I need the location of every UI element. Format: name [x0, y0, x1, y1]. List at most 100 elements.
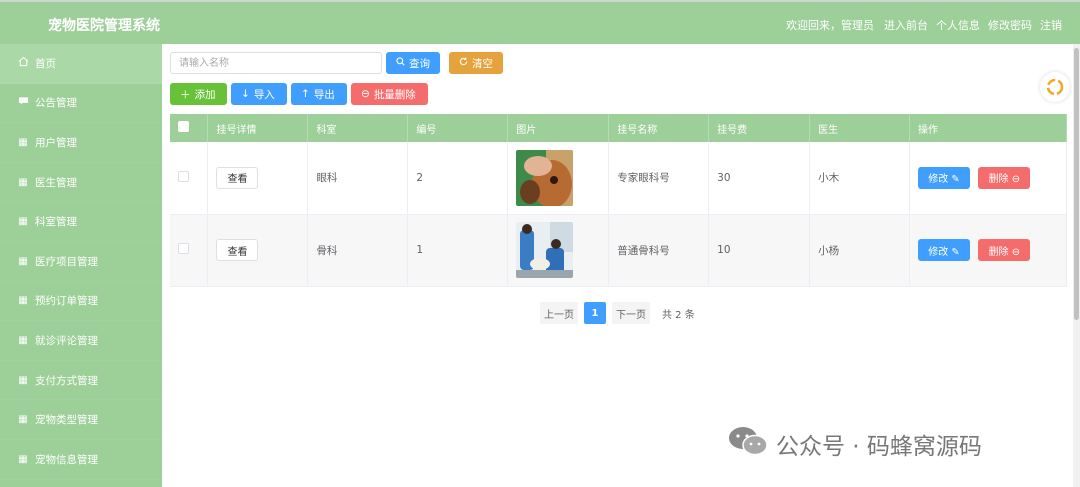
grid-icon: ▦ [18, 414, 28, 426]
sidebar-item-departments[interactable]: ▦ 科室管理 [0, 202, 162, 242]
scrollbar-thumb[interactable] [1074, 48, 1079, 320]
query-button[interactable]: 查询 [386, 52, 440, 74]
fee-cell: 10 [708, 214, 811, 287]
sidebar-item-label: 就诊评论管理 [35, 334, 98, 347]
page-number-current[interactable]: 1 [584, 302, 606, 324]
department-cell: 骨科 [307, 214, 409, 287]
logout-link[interactable]: 注销 [1040, 17, 1062, 33]
number-cell: 2 [407, 142, 509, 215]
welcome-text: 欢迎回来，管理员 [786, 19, 874, 32]
registration-name-cell: 普通骨科号 [608, 214, 710, 287]
view-detail-button[interactable]: 查看 [216, 239, 259, 261]
doctor-cell: 小杨 [809, 214, 911, 287]
arrow-up-icon: ↑ [301, 88, 310, 100]
doctor-cell: 小木 [809, 142, 911, 215]
plus-icon: ＋ [180, 88, 191, 101]
enter-frontend-link[interactable]: 进入前台 [884, 17, 928, 33]
row-checkbox[interactable] [178, 243, 189, 254]
clear-button[interactable]: 清空 [449, 52, 503, 74]
sidebar-item-home[interactable]: 首页 [0, 44, 162, 84]
header-actions: 操作 [909, 114, 1067, 142]
edit-icon: ✎ [951, 174, 960, 186]
header-image: 图片 [507, 114, 610, 142]
sidebar-item-label: 宠物信息管理 [35, 453, 98, 466]
registration-table: 挂号详情 科室 编号 图片 挂号名称 挂号费 医生 操作 查看 眼科 2 专家眼… [170, 114, 1067, 287]
sidebar-item-label: 医生管理 [35, 176, 77, 189]
add-label: 添加 [194, 88, 216, 101]
minus-circle-icon: ⊖ [361, 88, 370, 100]
top-bar: 宠物医院管理系统 欢迎回来，管理员 进入前台 个人信息 修改密码 注销 [0, 0, 1080, 44]
change-password-link[interactable]: 修改密码 [988, 17, 1032, 33]
sidebar-item-label: 用户管理 [35, 136, 77, 149]
header-number: 编号 [407, 114, 509, 142]
view-detail-button[interactable]: 查看 [216, 166, 259, 189]
delete-button[interactable]: 删除 ⊖ [978, 166, 1031, 189]
minus-circle-icon: ⊖ [1011, 246, 1021, 258]
sidebar-item-label: 预约订单管理 [35, 295, 98, 308]
grid-icon: ▦ [18, 374, 28, 386]
search-input[interactable] [170, 52, 382, 74]
sidebar-item-label: 支付方式管理 [35, 374, 98, 387]
grid-icon: ▦ [18, 295, 28, 307]
edit-label: 修改 [928, 174, 949, 186]
clear-label: 清空 [472, 57, 493, 70]
export-button[interactable]: ↑ 导出 [291, 83, 347, 105]
sidebar-item-pet-types[interactable]: ▦ 宠物类型管理 [0, 400, 162, 440]
grid-icon: ▦ [18, 255, 28, 267]
next-page-button[interactable]: 下一页 [612, 302, 650, 324]
image-cell [507, 142, 610, 215]
sidebar-item-label: 公告管理 [35, 97, 77, 110]
grid-icon: ▦ [18, 216, 28, 228]
watermark: 公众号 · 码蜂窝源码 [728, 425, 982, 463]
edit-button[interactable]: 修改 ✎ [918, 239, 971, 261]
header-name: 挂号名称 [608, 114, 710, 142]
floating-assistant-icon[interactable] [1040, 72, 1070, 102]
edit-icon: ✎ [951, 246, 960, 258]
delete-label: 删除 [988, 246, 1009, 258]
grid-icon: ▦ [18, 176, 28, 188]
sidebar-item-label: 首页 [35, 57, 56, 70]
import-button[interactable]: ↓ 导入 [231, 83, 287, 105]
select-all-checkbox[interactable] [178, 121, 189, 132]
detail-cell: 查看 [207, 142, 309, 215]
arrow-down-icon: ↓ [241, 88, 250, 100]
prev-page-button[interactable]: 上一页 [540, 302, 578, 324]
header-detail: 挂号详情 [207, 114, 309, 142]
sidebar-item-label: 宠物类型管理 [35, 414, 98, 427]
sidebar-item-notice[interactable]: 公告管理 [0, 84, 162, 124]
total-count: 共 2 条 [662, 309, 695, 321]
number-cell: 1 [407, 214, 509, 287]
table-row: 查看 眼科 2 专家眼科号 30 小木 修改 ✎ 删除 ⊖ [170, 142, 1067, 215]
registration-name-cell: 专家眼科号 [608, 142, 710, 215]
sidebar-item-medical-projects[interactable]: ▦ 医疗项目管理 [0, 242, 162, 282]
edit-button[interactable]: 修改 ✎ [918, 166, 971, 189]
pagination: 上一页 1 下一页 共 2 条 [540, 302, 695, 324]
batch-delete-label: 批量删除 [373, 88, 416, 101]
search-icon [396, 57, 405, 69]
edit-label: 修改 [928, 246, 949, 258]
sidebar-item-appointments[interactable]: ▦ 预约订单管理 [0, 282, 162, 322]
vet-clinic-photo [516, 222, 574, 278]
export-label: 导出 [313, 88, 335, 101]
grid-icon: ▦ [18, 136, 28, 148]
watermark-text: 公众号 · 码蜂窝源码 [776, 434, 982, 460]
sidebar-item-pet-info[interactable]: ▦ 宠物信息管理 [0, 440, 162, 480]
header-fee: 挂号费 [708, 114, 811, 142]
app-title: 宠物医院管理系统 [48, 18, 160, 34]
home-icon [17, 56, 29, 70]
fee-cell: 30 [708, 142, 811, 215]
delete-button[interactable]: 删除 ⊖ [978, 239, 1031, 261]
sidebar-item-users[interactable]: ▦ 用户管理 [0, 123, 162, 163]
profile-link[interactable]: 个人信息 [936, 17, 980, 33]
sidebar-item-payments[interactable]: ▦ 支付方式管理 [0, 361, 162, 401]
sidebar-item-reviews[interactable]: ▦ 就诊评论管理 [0, 321, 162, 361]
grid-icon: ▦ [18, 453, 28, 465]
add-button[interactable]: ＋ 添加 [170, 83, 227, 105]
batch-delete-button[interactable]: ⊖ 批量删除 [351, 83, 428, 105]
sidebar-item-doctors[interactable]: ▦ 医生管理 [0, 163, 162, 203]
sidebar-item-label: 医疗项目管理 [35, 255, 98, 268]
department-cell: 眼科 [307, 142, 409, 215]
row-checkbox[interactable] [178, 170, 189, 182]
search-bar: 查询 清空 [170, 52, 503, 74]
refresh-icon [459, 57, 468, 69]
